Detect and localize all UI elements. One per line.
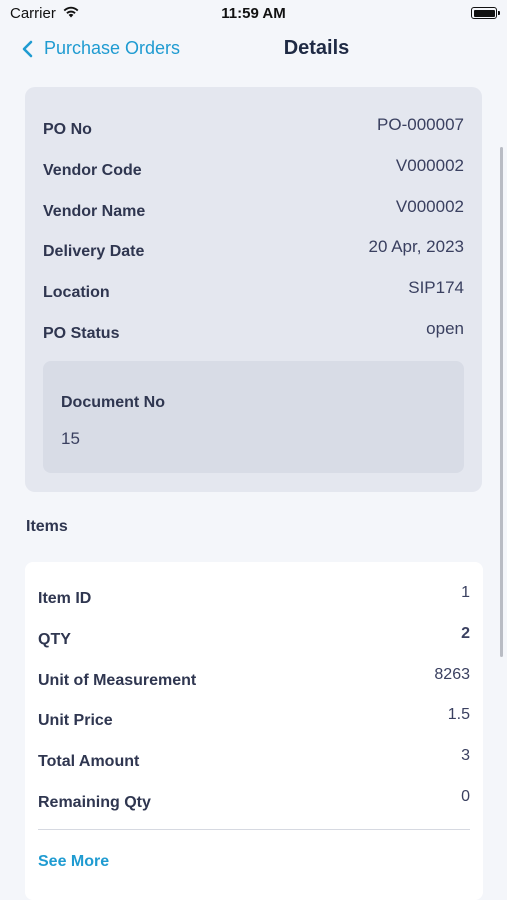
uom-row: Unit of Measurement 8263	[38, 666, 470, 690]
location-row: Location SIP174	[43, 278, 464, 302]
qty-value: 2	[461, 625, 470, 642]
vendor-code-value: V000002	[395, 156, 464, 175]
item-id-label: Item ID	[38, 590, 92, 607]
nav-bar: Purchase Orders Details	[0, 30, 507, 70]
vendor-name-value: V000002	[395, 197, 464, 216]
document-no-label: Document No	[61, 394, 165, 411]
item-card: Item ID 1 QTY 2 Unit of Measurement 8263…	[25, 562, 483, 900]
remaining-qty-value: 0	[461, 788, 470, 805]
page-title: Details	[283, 37, 350, 59]
uom-label: Unit of Measurement	[38, 672, 197, 689]
qty-label: QTY	[38, 631, 71, 648]
remaining-qty-row: Remaining Qty 0	[38, 788, 470, 812]
battery-icon	[471, 7, 500, 19]
status-bar: Carrier 11:59 AM	[0, 0, 507, 28]
location-label: Location	[43, 284, 110, 301]
delivery-date-row: Delivery Date 20 Apr, 2023	[43, 237, 464, 261]
delivery-date-value: 20 Apr, 2023	[368, 237, 464, 256]
item-id-row: Item ID 1	[38, 584, 470, 608]
po-no-row: PO No PO-000007	[43, 115, 464, 139]
divider	[38, 829, 470, 830]
total-amount-value: 3	[461, 747, 470, 764]
po-no-label: PO No	[43, 121, 92, 138]
unit-price-row: Unit Price 1.5	[38, 706, 470, 730]
document-no-box: Document No 15	[43, 361, 464, 473]
po-details-card: PO No PO-000007 Vendor Code V000002 Vend…	[25, 87, 482, 492]
po-status-row: PO Status open	[43, 319, 464, 343]
location-value: SIP174	[408, 278, 464, 297]
delivery-date-label: Delivery Date	[43, 243, 145, 260]
vendor-name-row: Vendor Name V000002	[43, 197, 464, 221]
qty-row: QTY 2	[38, 625, 470, 649]
vendor-code-label: Vendor Code	[43, 162, 142, 179]
vendor-code-row: Vendor Code V000002	[43, 156, 464, 180]
unit-price-value: 1.5	[447, 706, 470, 723]
total-amount-row: Total Amount 3	[38, 747, 470, 771]
scrollbar[interactable]	[500, 147, 503, 657]
uom-value: 8263	[434, 666, 470, 683]
po-status-value: open	[426, 319, 464, 338]
po-no-value: PO-000007	[377, 115, 464, 134]
unit-price-label: Unit Price	[38, 712, 113, 729]
remaining-qty-label: Remaining Qty	[38, 794, 151, 811]
total-amount-label: Total Amount	[38, 753, 140, 770]
po-status-label: PO Status	[43, 325, 120, 342]
vendor-name-label: Vendor Name	[43, 203, 146, 220]
status-time: 11:59 AM	[221, 5, 286, 22]
items-heading: Items	[26, 518, 68, 535]
item-id-value: 1	[461, 584, 470, 601]
see-more-link[interactable]: See More	[38, 853, 109, 871]
document-no-value: 15	[61, 429, 80, 448]
